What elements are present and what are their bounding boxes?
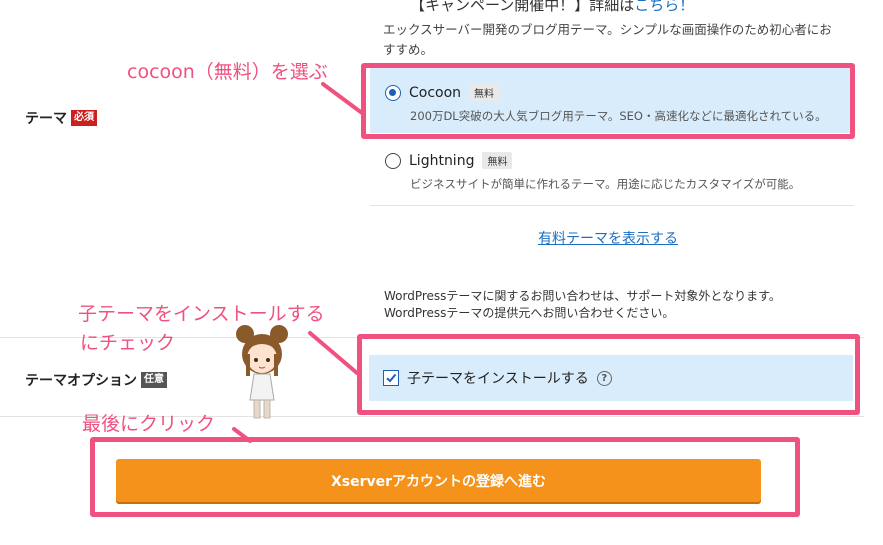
annotation-pointers bbox=[232, 82, 364, 443]
